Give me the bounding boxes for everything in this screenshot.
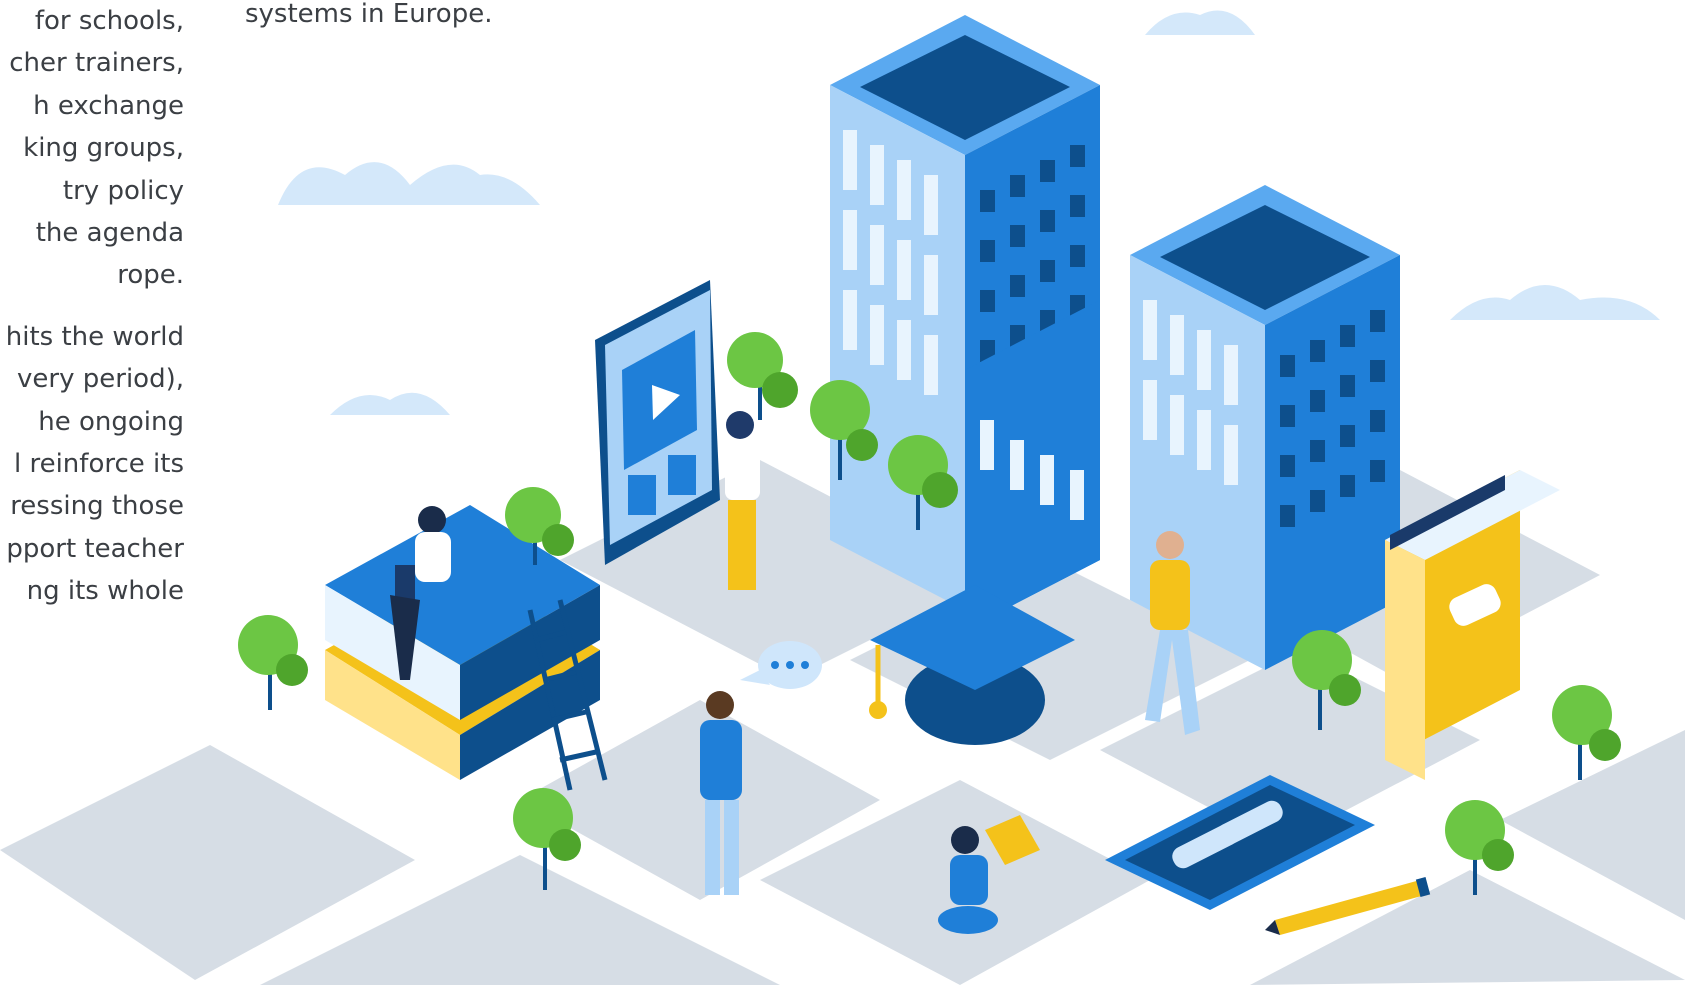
cloud-2 [330, 392, 450, 415]
text-line: h exchange [33, 90, 184, 121]
cloud-1 [278, 162, 540, 205]
text-line: for schools, [34, 6, 184, 36]
education-city-illustration [0, 10, 1685, 985]
text-line: hits the world [5, 321, 184, 352]
text-line: king groups, [23, 133, 184, 164]
cloud-4 [1450, 285, 1660, 320]
text-line: try policy [62, 175, 184, 206]
text-line: he ongoing [38, 406, 184, 437]
text-line: very period), [17, 364, 184, 395]
text-line: cher trainers, [9, 48, 184, 79]
paragraph-1: for schools, cher trainers, h exchange k… [0, 0, 184, 297]
text-line: l reinforce its [13, 448, 184, 479]
text-line: ressing those [10, 491, 184, 522]
text-line: rope. [117, 260, 184, 291]
cloud-3 [1145, 10, 1255, 35]
text-line: the agenda [35, 217, 184, 248]
paragraph-2: hits the world very period), he ongoing … [0, 316, 184, 613]
person-standing-tablet [725, 411, 760, 590]
text-line: pport teacher [6, 533, 184, 564]
text-line: ng its whole [26, 576, 184, 607]
left-text-column: for schools, cher trainers, h exchange k… [0, 0, 184, 612]
top-text-line: systems in Europe. [245, 0, 493, 29]
